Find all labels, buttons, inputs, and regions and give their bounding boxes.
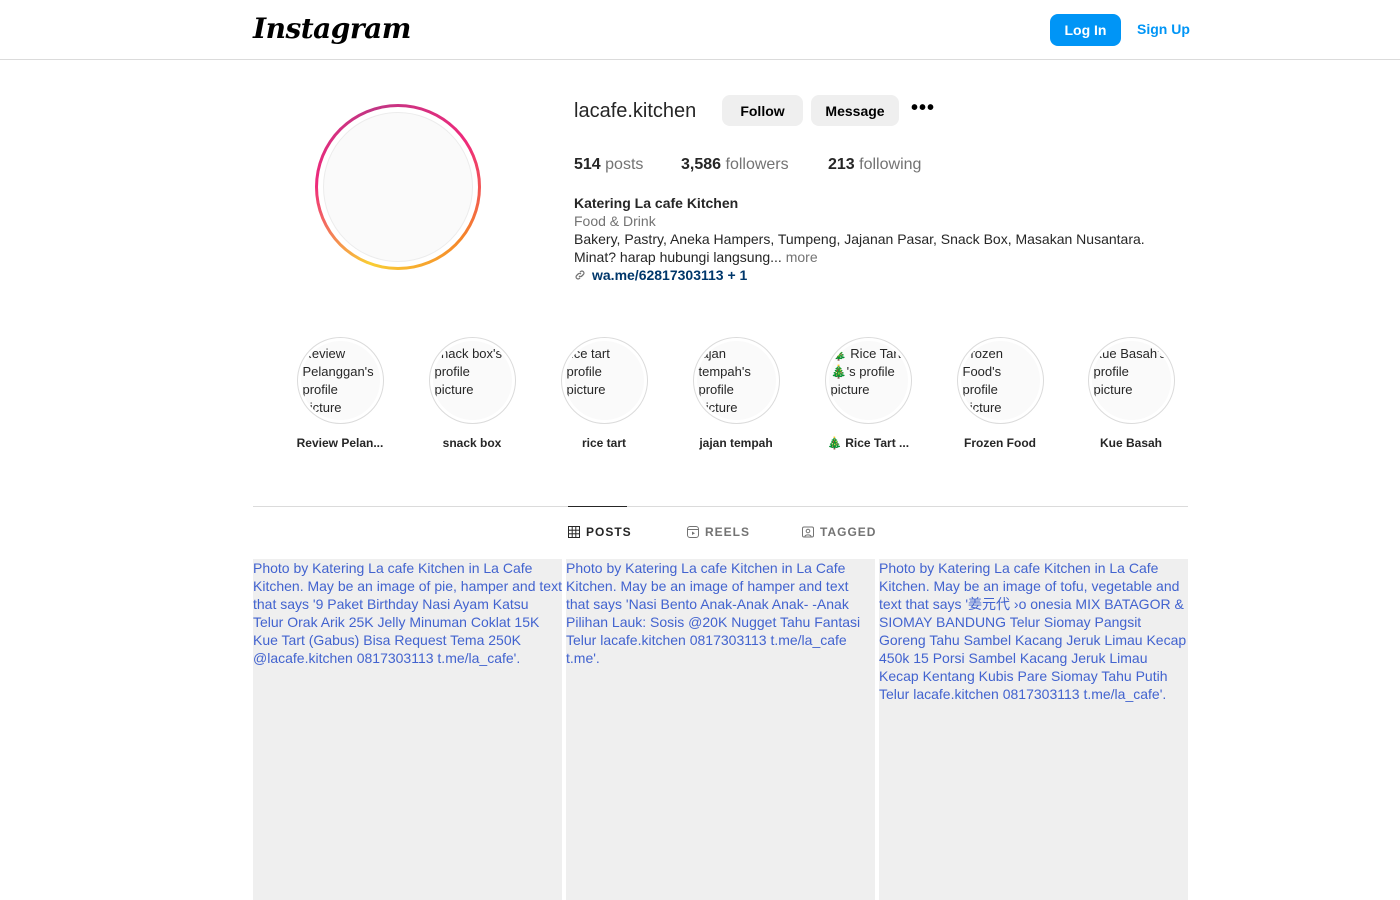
post-thumbnail[interactable]: Photo by Katering La cafe Kitchen in La … bbox=[879, 559, 1188, 900]
bio-category: Food & Drink bbox=[574, 213, 656, 229]
posts-count: 514 posts bbox=[574, 156, 644, 173]
story-highlight[interactable]: Review Pelanggan's profile picture Revie… bbox=[280, 337, 400, 450]
tab-posts[interactable]: POSTS bbox=[568, 525, 632, 539]
profile-avatar-story-ring[interactable] bbox=[315, 104, 481, 270]
highlight-cover: snack box's profile picture bbox=[432, 341, 512, 420]
highlight-label: 🎄 Rice Tart ... bbox=[826, 436, 910, 450]
highlight-cover: rice tart profile picture bbox=[564, 341, 644, 420]
grid-icon bbox=[568, 526, 580, 538]
highlight-cover: 🎄 Rice Tart 🎄's profile picture bbox=[828, 341, 908, 420]
bio-full-name: Katering La cafe Kitchen bbox=[574, 195, 739, 211]
story-highlight[interactable]: Kue Basah's profile picture Kue Basah bbox=[1071, 337, 1191, 450]
bio-more-link[interactable]: more bbox=[786, 249, 818, 265]
tab-tagged[interactable]: TAGGED bbox=[802, 525, 876, 539]
more-options-icon[interactable]: ••• bbox=[911, 96, 935, 124]
post-thumbnail[interactable]: Photo by Katering La cafe Kitchen in La … bbox=[566, 559, 875, 900]
highlight-label: Kue Basah bbox=[1099, 436, 1163, 450]
highlight-label: rice tart bbox=[581, 436, 627, 450]
instagram-logo[interactable]: Instagram bbox=[253, 12, 411, 45]
bio-external-link[interactable]: wa.me/62817303113 + 1 bbox=[574, 267, 747, 283]
top-navigation-bar: Instagram Log In Sign Up bbox=[0, 0, 1400, 60]
story-highlight[interactable]: rice tart profile picture rice tart bbox=[544, 337, 664, 450]
active-tab-indicator bbox=[568, 506, 627, 507]
log-in-button[interactable]: Log In bbox=[1050, 14, 1121, 46]
highlight-label: Frozen Food bbox=[964, 436, 1036, 450]
story-highlight[interactable]: Frozen Food's profile picture Frozen Foo… bbox=[940, 337, 1060, 450]
reels-icon bbox=[687, 526, 699, 538]
highlight-cover: jajan tempah's profile picture bbox=[696, 341, 776, 420]
tabs-divider bbox=[253, 506, 1188, 507]
sign-up-link[interactable]: Sign Up bbox=[1137, 21, 1190, 37]
tab-reels[interactable]: REELS bbox=[687, 525, 750, 539]
avatar bbox=[323, 112, 473, 262]
following-count[interactable]: 213 following bbox=[828, 156, 921, 174]
post-image-alt-text: Photo by Katering La cafe Kitchen in La … bbox=[879, 560, 1187, 702]
bio-text-line: Minat? harap hubungi langsung... more bbox=[574, 249, 818, 265]
followers-count[interactable]: 3,586 followers bbox=[681, 156, 789, 174]
post-image-alt-text: Photo by Katering La cafe Kitchen in La … bbox=[253, 560, 562, 666]
message-button[interactable]: Message bbox=[811, 95, 899, 126]
post-image-alt-text: Photo by Katering La cafe Kitchen in La … bbox=[566, 560, 861, 666]
link-icon bbox=[575, 270, 585, 280]
highlight-cover: Frozen Food's profile picture bbox=[960, 341, 1040, 420]
story-highlight[interactable]: 🎄 Rice Tart 🎄's profile picture 🎄 Rice T… bbox=[808, 337, 928, 450]
profile-username: lacafe.kitchen bbox=[574, 100, 697, 122]
highlight-label: snack box bbox=[442, 436, 502, 450]
story-highlight[interactable]: snack box's profile picture snack box bbox=[412, 337, 532, 450]
post-thumbnail[interactable]: Photo by Katering La cafe Kitchen in La … bbox=[253, 559, 562, 900]
follow-button[interactable]: Follow bbox=[722, 95, 803, 126]
highlight-cover: Kue Basah's profile picture bbox=[1091, 341, 1171, 420]
bio-text-line: Bakery, Pastry, Aneka Hampers, Tumpeng, … bbox=[574, 231, 1145, 247]
tagged-icon bbox=[802, 526, 814, 538]
highlight-cover: Review Pelanggan's profile picture bbox=[300, 341, 380, 420]
story-highlight[interactable]: jajan tempah's profile picture jajan tem… bbox=[676, 337, 796, 450]
highlight-label: Review Pelan... bbox=[296, 436, 384, 450]
highlight-label: jajan tempah bbox=[699, 436, 773, 450]
